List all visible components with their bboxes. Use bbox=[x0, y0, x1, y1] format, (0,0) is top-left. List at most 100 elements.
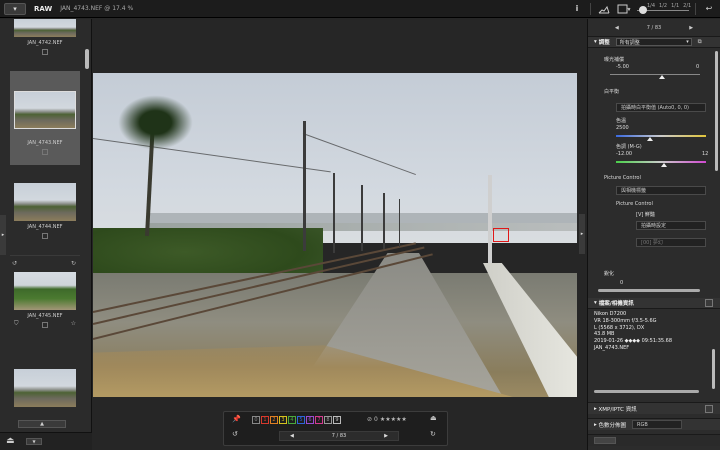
reset-button[interactable] bbox=[594, 437, 616, 444]
label-number: 6 bbox=[308, 417, 312, 423]
top-right-tools: i 1/4 1/2 1/1 2/1 ↩ bbox=[570, 2, 716, 15]
select-checkbox[interactable] bbox=[42, 233, 48, 239]
no-rating-icon[interactable]: ⊘ bbox=[367, 416, 372, 423]
label-4[interactable]: 4 bbox=[288, 416, 296, 424]
adjust-section-header[interactable]: ▾ 調整 所有調整 ▾ ⧉ bbox=[588, 37, 720, 48]
rotate-right-icon[interactable]: ↻ bbox=[71, 260, 76, 267]
filmstrip-up-button[interactable]: ▲ bbox=[18, 420, 66, 428]
adjust-mode-dropdown[interactable]: 所有調整 ▾ bbox=[615, 38, 692, 46]
rating-stars[interactable]: ★★★★★ bbox=[380, 416, 407, 423]
panel-scrollbar[interactable] bbox=[715, 51, 718, 171]
temp-label: 色溫 bbox=[616, 118, 627, 124]
chevron-right-icon: ▸ bbox=[1, 232, 5, 238]
exposure-slider[interactable] bbox=[610, 74, 700, 75]
label-1[interactable]: 1 bbox=[261, 416, 269, 424]
label-9[interactable]: 9 bbox=[333, 416, 341, 424]
main-photo[interactable] bbox=[93, 73, 577, 397]
zoom-label[interactable]: 1/4 bbox=[647, 3, 655, 9]
thumbnail-item[interactable]: ↺ ↻ ⛉ ☆ JAN_4745.NEF bbox=[10, 255, 80, 341]
info-scrollbar[interactable] bbox=[712, 349, 715, 389]
panel-horizontal-scrollbar[interactable] bbox=[598, 289, 700, 292]
zoom-knob[interactable] bbox=[639, 5, 647, 14]
histogram-section-header[interactable]: ▸ 色數分佈圖 RGB bbox=[588, 418, 720, 430]
label-number: 2 bbox=[272, 417, 276, 423]
viewer-toolbar: 📌 0 1 2 3 4 5 6 7 8 9 ⊘ 0 ★★★★★ ⏏ ↺ ◀ 7 … bbox=[223, 411, 448, 446]
rotate-left-icon[interactable]: ↺ bbox=[232, 430, 238, 438]
label-3[interactable]: 3 bbox=[279, 416, 287, 424]
picture-control-dropdown[interactable]: 與相機標籤 bbox=[616, 186, 706, 195]
temp-value: 2500 bbox=[616, 125, 629, 131]
rotate-left-icon[interactable]: ↺ bbox=[12, 260, 17, 267]
select-checkbox[interactable] bbox=[42, 322, 48, 328]
top-toolbar: ▾ RAW JAN_4743.NEF @ 17.4 % i 1/4 1/2 1/… bbox=[0, 0, 720, 18]
label-5[interactable]: 5 bbox=[297, 416, 305, 424]
info-section-header[interactable]: ▾ 檔案/相機資訊 bbox=[588, 298, 720, 309]
select-checkbox[interactable] bbox=[42, 49, 48, 55]
wb-dropdown[interactable]: 拍攝時白平衡值 (Auto0, 0, 0) bbox=[616, 103, 706, 112]
zoom-label[interactable]: 2/1 bbox=[683, 3, 691, 9]
prev-image-button[interactable]: ◀ bbox=[290, 433, 294, 439]
info-line: JAN_4743.NEF bbox=[594, 344, 630, 351]
temp-slider-knob[interactable] bbox=[647, 137, 653, 141]
next-image-button[interactable]: ▶ bbox=[689, 25, 693, 31]
photo-pole bbox=[399, 199, 400, 247]
picture-control-label: Picture Control bbox=[604, 175, 641, 181]
xmp-toggle-button[interactable] bbox=[705, 405, 713, 413]
back-icon[interactable]: ↩ bbox=[702, 2, 716, 15]
rotate-right-icon[interactable]: ↻ bbox=[430, 430, 436, 438]
select-checkbox[interactable] bbox=[42, 149, 48, 155]
histogram-channel-dropdown[interactable]: RGB bbox=[632, 420, 683, 429]
thumbnail-item-selected[interactable]: JAN_4743.NEF bbox=[10, 71, 80, 165]
collapse-panel-tab[interactable]: ▸ bbox=[579, 214, 585, 254]
picture-control-value: [V] 鮮豔 bbox=[636, 212, 655, 218]
star-icon[interactable]: ☆ bbox=[71, 320, 76, 327]
thumbnail-name: JAN_4744.NEF bbox=[27, 224, 63, 230]
collapse-filmstrip-tab[interactable]: ▸ bbox=[0, 215, 6, 255]
image-viewer[interactable]: ▸ 📌 0 1 2 3 4 5 6 7 8 9 ⊘ 0 ★★★★★ ⏏ ↺ ◀ … bbox=[93, 19, 586, 450]
tint-value: -12.00 bbox=[616, 151, 633, 157]
filmstrip-scrollbar[interactable] bbox=[85, 49, 89, 69]
tray-icon[interactable]: ⏏ bbox=[430, 414, 437, 422]
tint-slider-knob[interactable] bbox=[661, 163, 667, 167]
temp-slider[interactable] bbox=[616, 135, 706, 137]
histogram-title: 色數分佈圖 bbox=[598, 422, 627, 429]
label-8[interactable]: 8 bbox=[324, 416, 332, 424]
adjustment-panel: ◀ 7 / 83 ▶ ▾ 調整 所有調整 ▾ ⧉ 曝光補償 -5.00 0 白平衡… bbox=[587, 19, 720, 450]
info-icon[interactable]: i bbox=[570, 2, 584, 15]
label-0[interactable]: 0 bbox=[252, 416, 260, 424]
filmstrip-down-button[interactable]: ▼ bbox=[26, 438, 42, 445]
rating-control[interactable]: ⊘ 0 ★★★★★ bbox=[367, 416, 407, 423]
next-image-button[interactable]: ▶ bbox=[384, 433, 388, 439]
zoom-label[interactable]: 1/2 bbox=[659, 3, 667, 9]
prev-image-button[interactable]: ◀ bbox=[615, 25, 619, 31]
rating-zero: 0 bbox=[374, 416, 378, 423]
exposure-slider-knob[interactable] bbox=[659, 75, 665, 79]
info-toggle-button[interactable] bbox=[705, 299, 713, 307]
photo-palm-crown bbox=[118, 95, 193, 150]
picture-control-preset-dropdown[interactable]: [00] 夢幻 bbox=[636, 238, 706, 247]
label-6[interactable]: 6 bbox=[306, 416, 314, 424]
dropdown-value: 拍攝時設定 bbox=[641, 223, 667, 229]
tint-max: 12 bbox=[702, 151, 709, 157]
info-horizontal-scrollbar[interactable] bbox=[594, 390, 699, 393]
tray-icon[interactable]: ⏏ bbox=[6, 436, 15, 446]
sharpen-value: 0 bbox=[620, 280, 624, 286]
image-pager: ◀ 7 / 83 ▶ bbox=[279, 431, 399, 441]
protect-icon[interactable]: ⛉ bbox=[14, 320, 19, 328]
copy-icon[interactable]: ⧉ bbox=[698, 39, 702, 46]
display-mode-icon[interactable] bbox=[617, 2, 631, 15]
zoom-label[interactable]: 1/1 bbox=[671, 3, 679, 9]
thumbnail-item[interactable]: JAN_4744.NEF bbox=[10, 183, 80, 239]
thumbnail-item[interactable] bbox=[10, 369, 80, 407]
main-menu-button[interactable]: ▾ bbox=[4, 2, 26, 15]
picture-control-setting-dropdown[interactable]: 拍攝時設定 bbox=[636, 221, 706, 230]
pin-icon[interactable]: 📌 bbox=[232, 415, 241, 423]
label-7[interactable]: 7 bbox=[315, 416, 323, 424]
zoom-slider[interactable]: 1/4 1/2 1/1 2/1 bbox=[637, 3, 691, 15]
label-2[interactable]: 2 bbox=[270, 416, 278, 424]
histogram-icon[interactable] bbox=[597, 2, 611, 15]
label-number: 5 bbox=[299, 417, 303, 423]
thumbnail-item[interactable]: JAN_4742.NEF bbox=[10, 19, 80, 55]
xmp-section-header[interactable]: ▸ XMP/IPTC 資訊 bbox=[588, 402, 720, 414]
thumbnail-image bbox=[14, 369, 76, 407]
